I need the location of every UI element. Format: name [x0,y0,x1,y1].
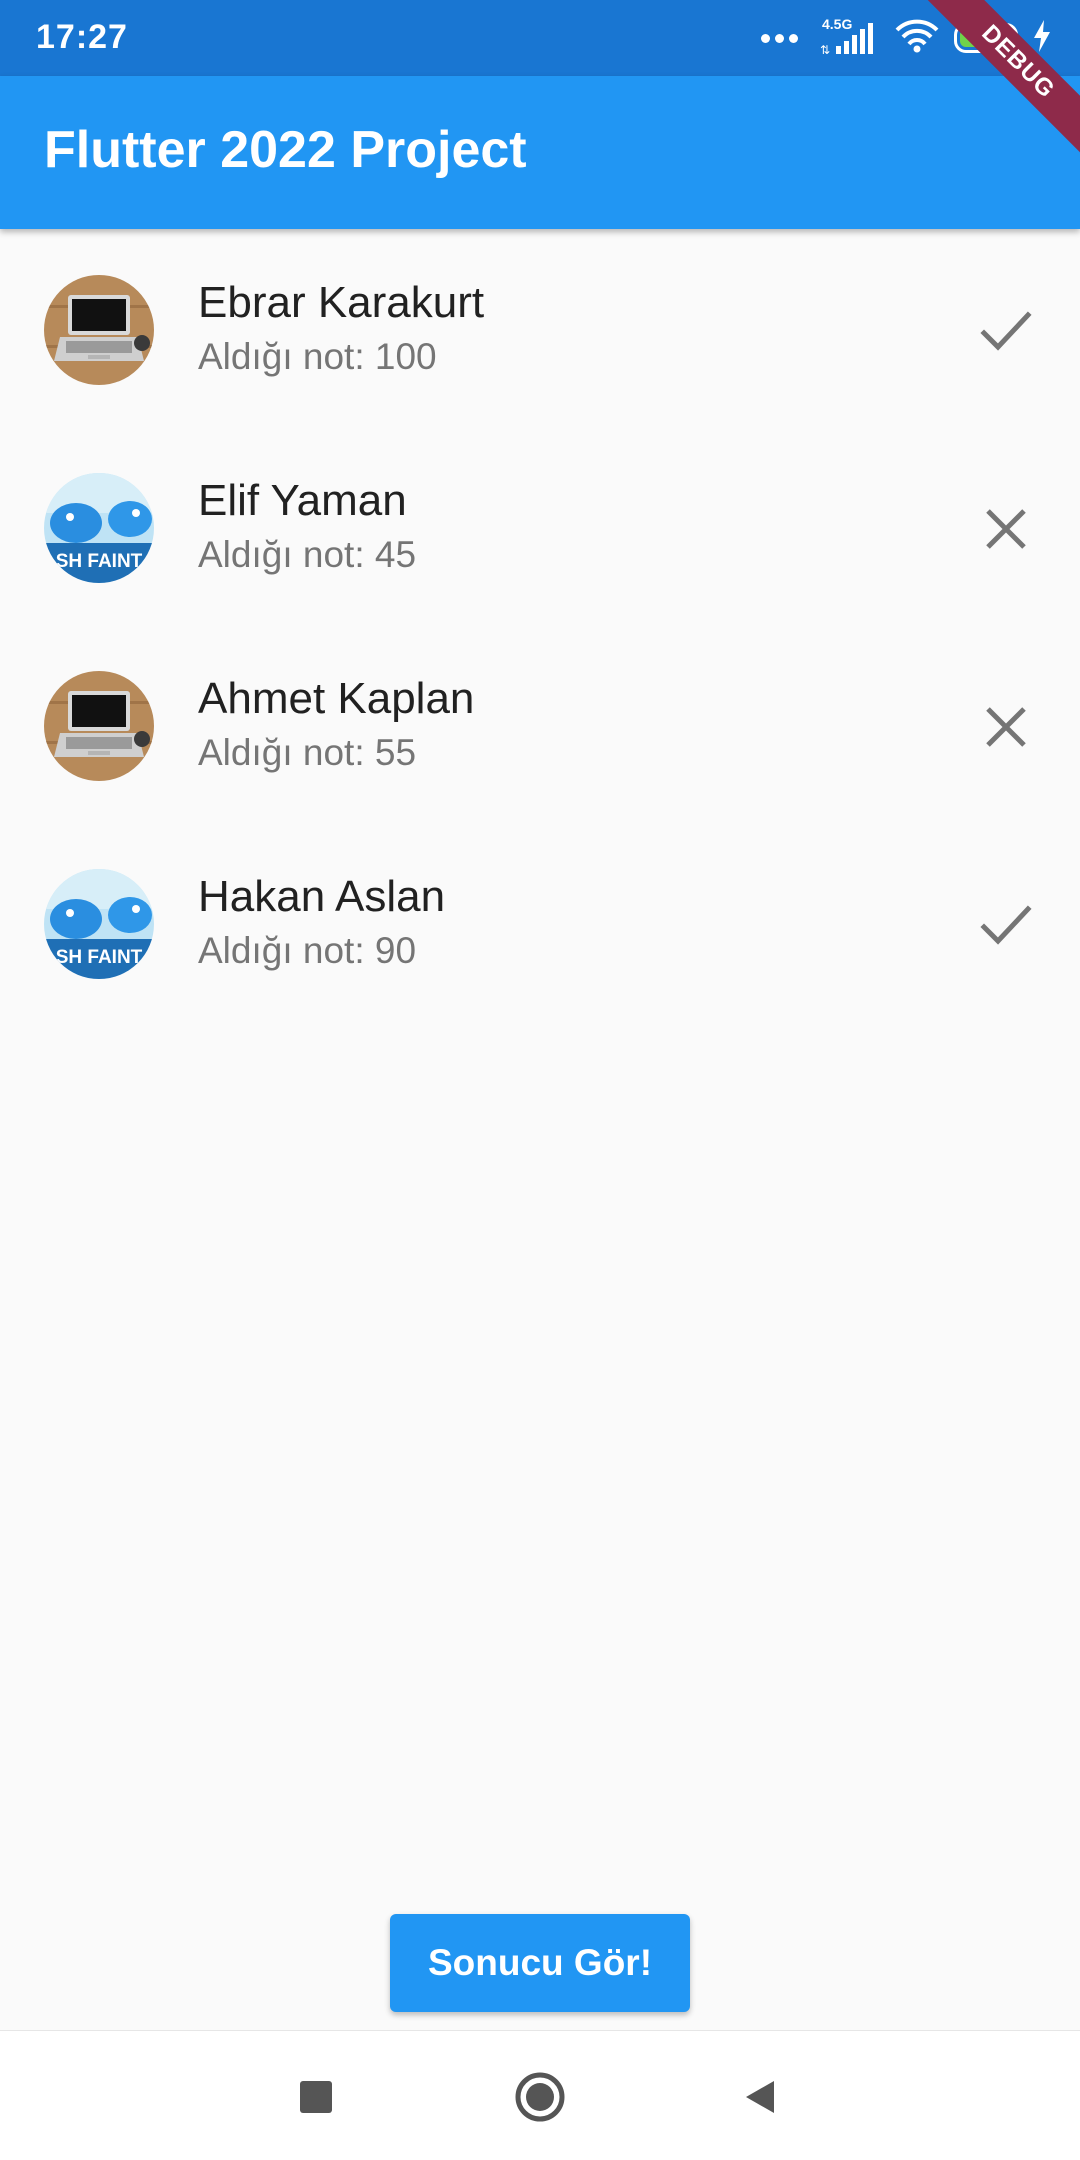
see-result-button[interactable]: Sonucu Gör! [390,1914,690,2012]
list-item[interactable]: Ahmet Kaplan Aldığı not: 55 [0,625,1080,823]
blue-bird-image: SH FAINT [44,869,154,979]
item-text: Ahmet Kaplan Aldığı not: 55 [198,671,474,779]
item-text: Ebrar Karakurt Aldığı not: 100 [198,275,484,383]
avatar: SH FAINT [44,869,154,979]
list-item[interactable]: SH FAINT Hakan Aslan Aldığı not: 90 [0,823,1080,1021]
item-text: Hakan Aslan Aldığı not: 90 [198,869,445,977]
avatar-caption: SH FAINT [56,947,143,968]
page-title: Flutter 2022 Project [44,121,527,179]
status-time: 17:27 [36,18,128,56]
laptop-image [44,275,154,385]
laptop-image [44,671,154,781]
back-icon[interactable] [724,2061,796,2133]
avatar-caption: SH FAINT [56,551,143,572]
close-icon [976,697,1036,757]
status-bar: 17:27 4.5G ⇅ 75 [0,0,1080,76]
close-icon [976,499,1036,559]
app-bar: Flutter 2022 Project [0,76,1080,229]
wifi-icon [894,18,940,59]
blue-bird-image: SH FAINT [44,473,154,583]
student-name: Elif Yaman [198,476,407,525]
student-grade: Aldığı not: 90 [198,930,417,971]
student-grade: Aldığı not: 100 [198,336,437,377]
list-item[interactable]: SH FAINT Elif Yaman Aldığı not: 45 [0,427,1080,625]
avatar [44,671,154,781]
student-name: Ahmet Kaplan [198,674,475,723]
student-grade: Aldığı not: 45 [198,534,417,575]
item-text: Elif Yaman Aldığı not: 45 [198,473,416,581]
student-name: Hakan Aslan [198,872,446,921]
navigation-bar [0,2030,1080,2160]
avatar: SH FAINT [44,473,154,583]
student-list: Ebrar Karakurt Aldığı not: 100 SH FAINT … [0,229,1080,1021]
svg-text:⇅: ⇅ [820,43,830,57]
student-name: Ebrar Karakurt [198,278,485,327]
check-icon [976,301,1036,361]
recents-icon[interactable] [280,2061,352,2133]
student-grade: Aldığı not: 55 [198,732,417,773]
avatar [44,275,154,385]
check-icon [976,895,1036,955]
home-icon[interactable] [504,2061,576,2133]
cellular-signal-icon: 4.5G ⇅ [820,16,880,58]
list-item[interactable]: Ebrar Karakurt Aldığı not: 100 [0,229,1080,427]
more-notifications-icon [761,33,798,43]
